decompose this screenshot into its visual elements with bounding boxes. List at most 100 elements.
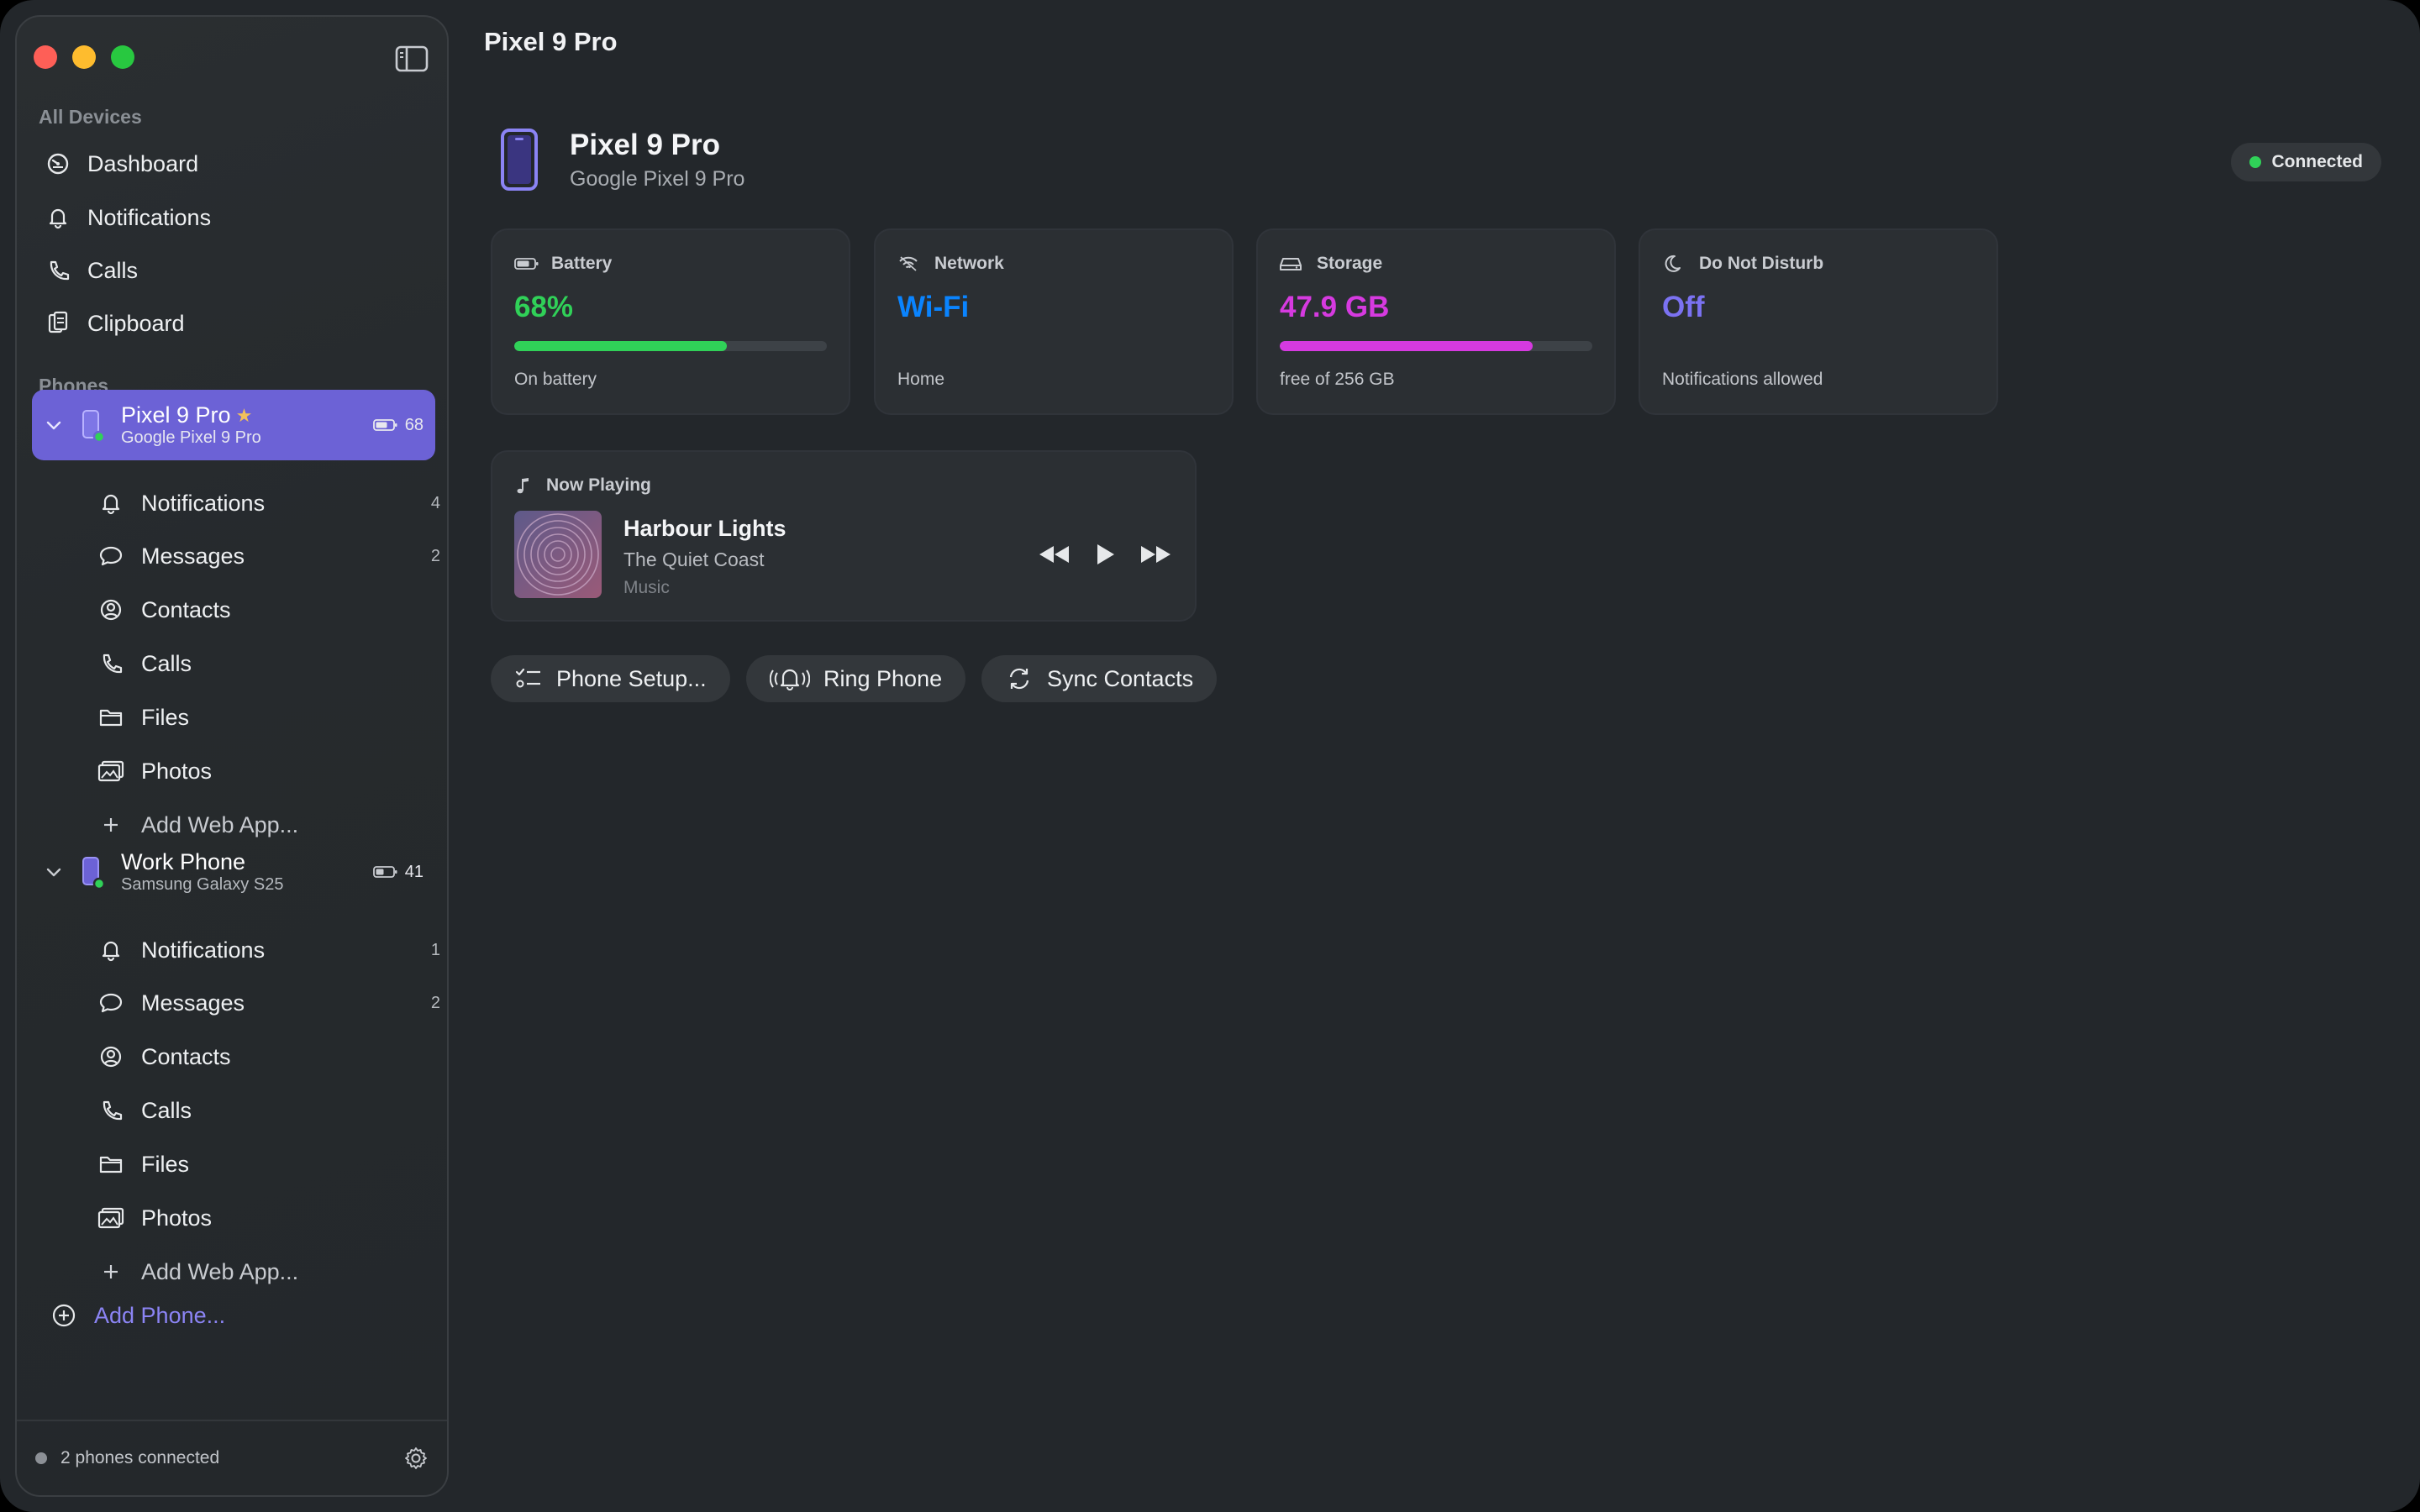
battery-bar-fill [514,341,727,351]
phone2-add-web-app[interactable]: Add Web App... [97,1249,440,1294]
play-button[interactable] [1094,543,1116,566]
message-bubble-icon [97,990,124,1016]
phone-row-pixel-9-pro[interactable]: Pixel 9 Pro ★ Google Pixel 9 Pro 68 [32,390,435,460]
item-label: Add Web App... [141,811,299,837]
phone-icon [97,1097,124,1124]
phone-row-work-phone[interactable]: Work Phone Samsung Galaxy S25 41 [32,837,435,907]
phone1-item-contacts[interactable]: Contacts [97,587,440,633]
folder-icon [97,1151,124,1178]
phone2-item-notifications[interactable]: Notifications 1 [97,927,440,973]
battery-icon [372,419,397,431]
card-title: Network [934,254,1004,273]
track-title: Harbour Lights [623,516,786,541]
music-note-icon [517,478,529,494]
sidebar-footer: 2 phones connected [17,1420,447,1495]
sidebar-item-label: Dashboard [87,150,199,176]
sidebar-item-label: Clipboard [87,310,185,336]
sidebar-item-clipboard[interactable]: Clipboard [45,301,432,346]
contact-icon [97,596,124,623]
network-sub: Home [897,370,945,389]
battery-sub: On battery [514,370,597,389]
item-count: 2 [430,993,440,1012]
rewind-icon [1039,546,1069,563]
ring-phone-button[interactable]: Ring Phone [746,655,966,702]
sidebar-item-label: Calls [87,257,139,283]
item-count: 1 [430,940,440,959]
phone1-item-calls[interactable]: Calls [97,641,440,686]
phone-device-icon [79,408,106,444]
ringing-bell-icon [770,664,810,693]
storage-bar-fill [1280,341,1534,351]
phone-icon [45,258,71,283]
phone-icon [97,650,124,677]
photos-icon [97,758,124,785]
sidebar-item-notifications[interactable]: Notifications [45,195,432,240]
chevron-down-icon[interactable] [44,418,64,432]
close-window-button[interactable] [34,45,57,69]
card-title: Storage [1317,254,1383,273]
sidebar-toggle-icon[interactable] [395,45,429,72]
sidebar: All Devices Dashboard Notifications Call… [15,15,449,1497]
star-icon: ★ [235,404,253,426]
phone1-item-notifications[interactable]: Notifications 4 [97,480,440,526]
phone2-item-calls[interactable]: Calls [97,1088,440,1133]
phone1-item-photos[interactable]: Photos [97,748,440,794]
now-playing-label: Now Playing [546,475,651,495]
button-label: Phone Setup... [556,665,707,691]
moon-icon [1662,254,1687,274]
dnd-card[interactable]: Do Not Disturb Off Notifications allowed [1639,228,1998,415]
phone2-item-contacts[interactable]: Contacts [97,1034,440,1079]
album-art [514,511,602,598]
battery-icon [372,866,397,878]
track-artist: The Quiet Coast [623,549,765,570]
phone2-item-messages[interactable]: Messages 2 [97,980,440,1026]
sidebar-item-dashboard[interactable]: Dashboard [45,141,432,186]
track-source: Music [623,578,670,597]
item-label: Notifications [141,490,266,516]
phone-device-icon [501,129,538,191]
phone-model: Samsung Galaxy S25 [121,875,284,895]
storage-bar [1280,341,1592,351]
minimize-window-button[interactable] [72,45,96,69]
battery-value: 68% [514,291,574,323]
dnd-value: Off [1662,291,1705,323]
checklist-icon [514,664,543,693]
previous-track-button[interactable] [1037,543,1072,565]
gear-icon[interactable] [403,1446,429,1471]
folder-icon [97,704,124,731]
connected-dot [2249,156,2262,168]
sync-icon [1005,664,1034,693]
zoom-window-button[interactable] [111,45,134,69]
phone2-item-photos[interactable]: Photos [97,1195,440,1241]
sidebar-item-calls[interactable]: Calls [45,248,432,293]
clipboard-icon [45,311,71,336]
phone2-item-files[interactable]: Files [97,1142,440,1187]
status-badge: Connected [2231,143,2381,181]
storage-card: Storage 47.9 GB free of 256 GB [1256,228,1616,415]
chevron-down-icon[interactable] [44,865,64,879]
plus-icon [97,811,124,838]
connection-summary: 2 phones connected [60,1448,220,1467]
item-label: Contacts [141,1043,231,1069]
next-track-button[interactable] [1138,543,1173,565]
item-label: Files [141,1151,190,1177]
window-controls [34,45,134,69]
item-label: Calls [141,650,192,676]
sync-contacts-button[interactable]: Sync Contacts [981,655,1218,702]
battery-bar [514,341,827,351]
phone-device-icon [79,855,106,890]
add-phone-button[interactable]: Add Phone... [50,1302,225,1329]
device-model: Google Pixel 9 Pro [570,166,745,191]
network-card: Network Wi-Fi Home [874,228,1234,415]
item-label: Messages [141,543,245,569]
dnd-sub: Notifications allowed [1662,370,1823,389]
bell-icon [45,205,71,230]
phone1-item-messages[interactable]: Messages 2 [97,533,440,579]
battery-card: Battery 68% On battery [491,228,850,415]
message-bubble-icon [97,543,124,570]
phone1-item-files[interactable]: Files [97,695,440,740]
storage-drive-icon [1280,254,1305,274]
phone-setup-button[interactable]: Phone Setup... [491,655,730,702]
photos-icon [97,1205,124,1231]
phone-model: Google Pixel 9 Pro [121,428,261,448]
